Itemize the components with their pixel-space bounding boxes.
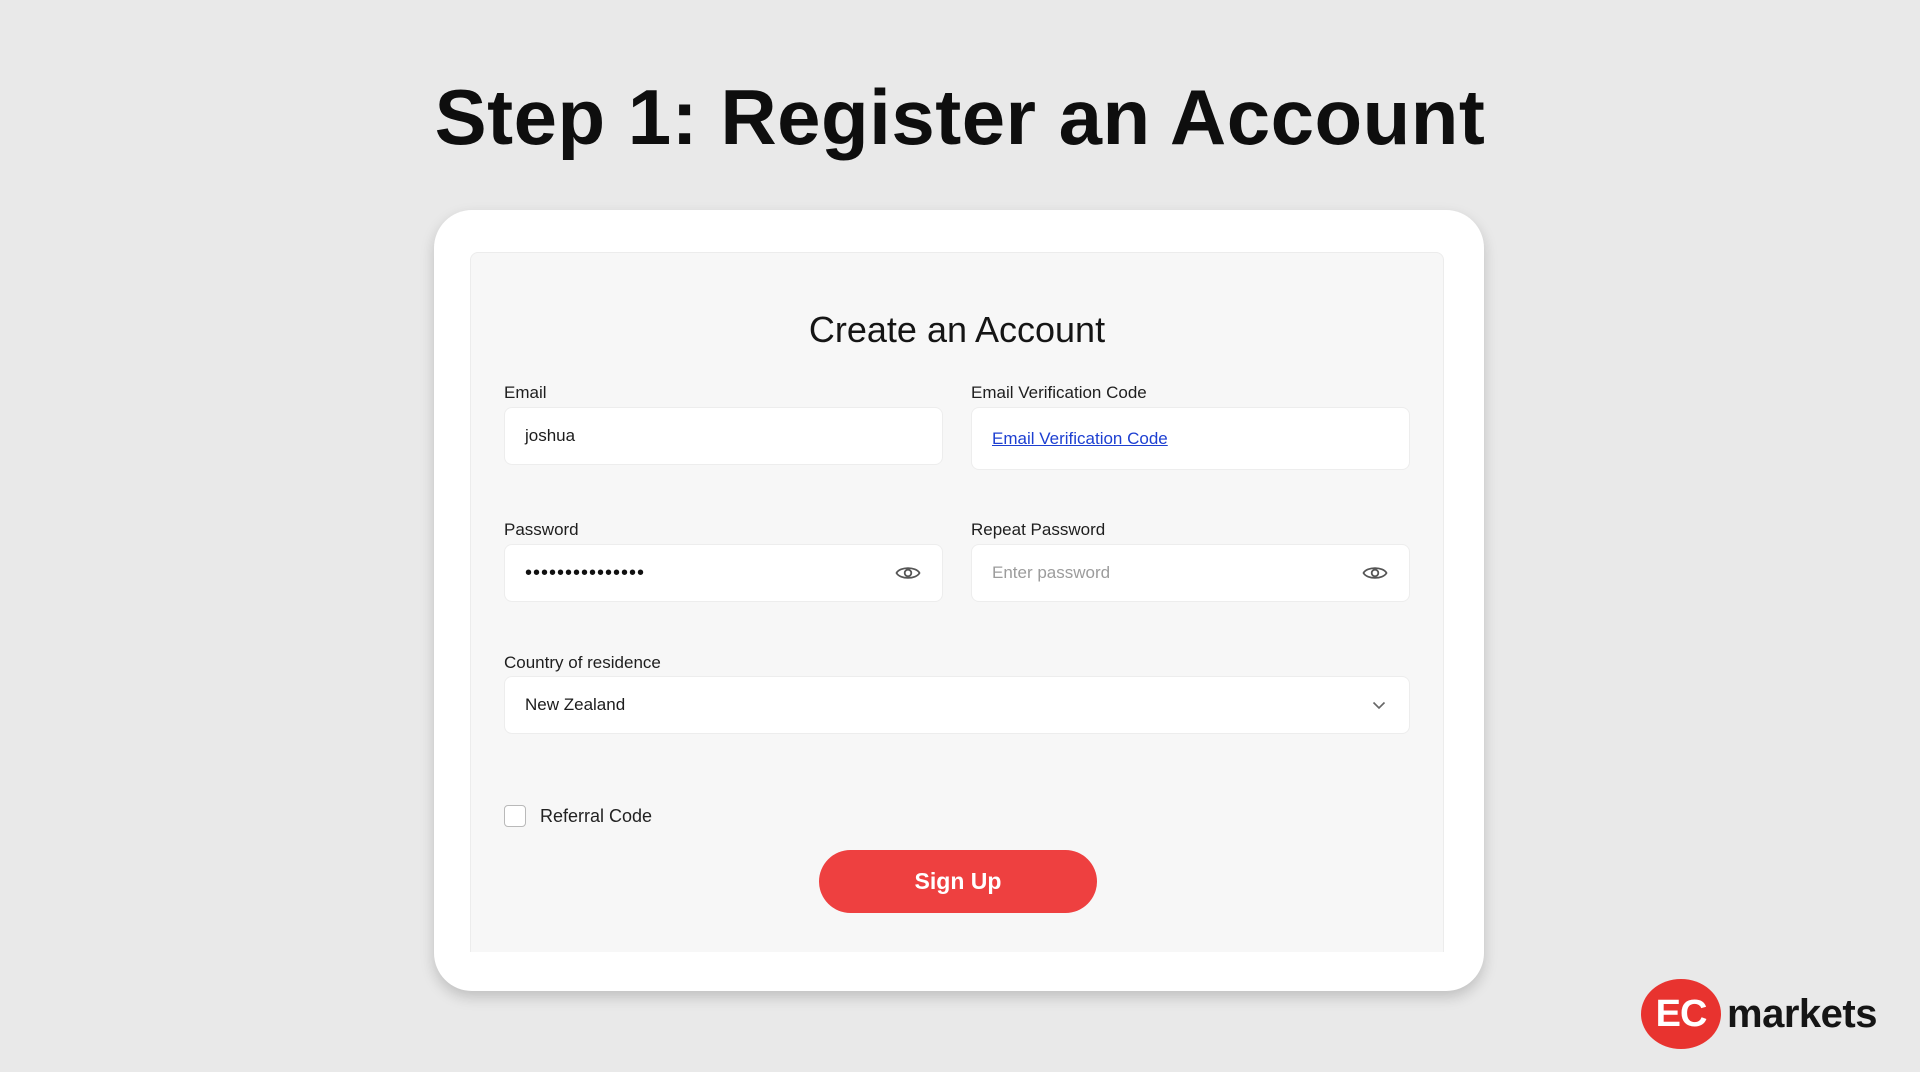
ec-markets-logo: EC markets xyxy=(1641,979,1877,1049)
country-select[interactable]: New Zealand xyxy=(504,676,1410,734)
referral-code-checkbox[interactable] xyxy=(504,805,526,827)
email-value: joshua xyxy=(525,426,576,445)
country-label: Country of residence xyxy=(504,653,661,672)
logo-badge: EC xyxy=(1641,979,1721,1049)
password-label: Password xyxy=(504,520,579,539)
password-input[interactable]: ••••••••••••••• xyxy=(504,544,943,602)
password-masked-value: ••••••••••••••• xyxy=(525,561,646,584)
send-verification-code-link[interactable]: Email Verification Code xyxy=(992,429,1389,449)
verification-label: Email Verification Code xyxy=(971,383,1147,402)
page: Step 1: Register an Account Create an Ac… xyxy=(0,0,1920,1072)
repeat-password-input[interactable]: Enter password xyxy=(971,544,1410,602)
eye-icon[interactable] xyxy=(894,559,922,587)
eye-icon[interactable] xyxy=(1361,559,1389,587)
country-selected-value: New Zealand xyxy=(525,695,626,714)
repeat-password-label: Repeat Password xyxy=(971,520,1106,539)
page-heading: Step 1: Register an Account xyxy=(434,73,1486,161)
chevron-down-icon xyxy=(1369,695,1389,715)
referral-code-label[interactable]: Referral Code xyxy=(540,806,652,827)
email-label: Email xyxy=(504,383,547,402)
signup-card: Create an Account Email joshua Email Ver… xyxy=(434,210,1484,991)
logo-wordmark: markets xyxy=(1727,991,1877,1036)
verification-code-field[interactable]: Email Verification Code xyxy=(971,407,1410,470)
create-account-form: Create an Account Email joshua Email Ver… xyxy=(470,252,1444,952)
repeat-password-placeholder: Enter password xyxy=(992,563,1111,582)
email-input[interactable]: joshua xyxy=(504,407,943,465)
sign-up-button[interactable]: Sign Up xyxy=(819,850,1097,913)
form-title: Create an Account xyxy=(808,309,1106,350)
